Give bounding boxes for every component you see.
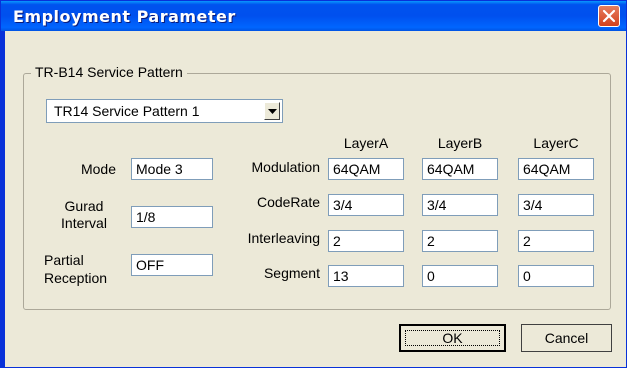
segment-label: Segment xyxy=(263,265,320,281)
guard-interval-label-line1: Gurad xyxy=(64,198,104,214)
layer-b-coderate-field[interactable]: 3/4 xyxy=(422,194,498,216)
layer-c-interleaving-field[interactable]: 2 xyxy=(518,230,594,252)
window-left-border xyxy=(1,31,5,368)
layer-b-interleaving-field[interactable]: 2 xyxy=(422,230,498,252)
layer-c-segment-value: 0 xyxy=(523,268,531,284)
guard-interval-field[interactable]: 1/8 xyxy=(131,206,213,228)
cancel-button-label: Cancel xyxy=(544,330,589,346)
coderate-label: CodeRate xyxy=(256,194,320,210)
cancel-button[interactable]: Cancel xyxy=(521,324,612,352)
layer-a-coderate-value: 3/4 xyxy=(333,197,353,213)
ok-button-label: OK xyxy=(442,330,463,346)
layer-b-modulation-field[interactable]: 64QAM xyxy=(422,158,498,180)
layer-a-modulation-value: 64QAM xyxy=(333,161,381,177)
partial-reception-label-line1: Partial xyxy=(44,252,84,268)
service-pattern-select[interactable]: TR14 Service Pattern 1 xyxy=(46,99,283,123)
window-title: Employment Parameter xyxy=(13,7,236,26)
mode-value: Mode 3 xyxy=(136,161,183,177)
close-button[interactable] xyxy=(598,5,620,27)
layer-c-interleaving-value: 2 xyxy=(523,233,531,249)
layer-b-coderate-value: 3/4 xyxy=(427,197,447,213)
layer-b-segment-field[interactable]: 0 xyxy=(422,265,498,287)
layer-a-segment-value: 13 xyxy=(333,268,349,284)
layer-a-interleaving-value: 2 xyxy=(333,233,341,249)
partial-reception-label-line2: Reception xyxy=(44,270,108,286)
mode-label: Mode xyxy=(80,161,116,177)
guard-interval-label-line2: Interval xyxy=(61,215,107,231)
dropdown-button[interactable] xyxy=(264,102,280,120)
layer-a-interleaving-field[interactable]: 2 xyxy=(328,230,404,252)
layer-b-header: LayerB xyxy=(437,135,483,151)
layer-b-interleaving-value: 2 xyxy=(427,233,435,249)
ok-button[interactable]: OK xyxy=(399,324,506,352)
layer-b-modulation-value: 64QAM xyxy=(427,161,475,177)
layer-a-segment-field[interactable]: 13 xyxy=(328,265,404,287)
title-bar[interactable]: Employment Parameter xyxy=(1,1,626,31)
layer-a-coderate-field[interactable]: 3/4 xyxy=(328,194,404,216)
layer-b-segment-value: 0 xyxy=(427,268,435,284)
partial-reception-value: OFF xyxy=(136,257,164,273)
layer-c-modulation-field[interactable]: 64QAM xyxy=(518,158,594,180)
layer-c-header: LayerC xyxy=(533,135,579,151)
layer-c-coderate-value: 3/4 xyxy=(523,197,543,213)
chevron-down-icon xyxy=(268,109,277,114)
mode-field[interactable]: Mode 3 xyxy=(131,158,213,180)
partial-reception-field[interactable]: OFF xyxy=(131,254,213,276)
guard-interval-value: 1/8 xyxy=(136,209,156,225)
group-label: TR-B14 Service Pattern xyxy=(31,64,187,80)
interleaving-label: Interleaving xyxy=(247,230,320,246)
layer-a-modulation-field[interactable]: 64QAM xyxy=(328,158,404,180)
close-icon xyxy=(602,9,616,23)
layer-c-modulation-value: 64QAM xyxy=(523,161,571,177)
layer-a-header: LayerA xyxy=(343,135,389,151)
service-pattern-value: TR14 Service Pattern 1 xyxy=(54,103,200,119)
layer-c-segment-field[interactable]: 0 xyxy=(518,265,594,287)
modulation-label: Modulation xyxy=(251,159,321,175)
layer-c-coderate-field[interactable]: 3/4 xyxy=(518,194,594,216)
